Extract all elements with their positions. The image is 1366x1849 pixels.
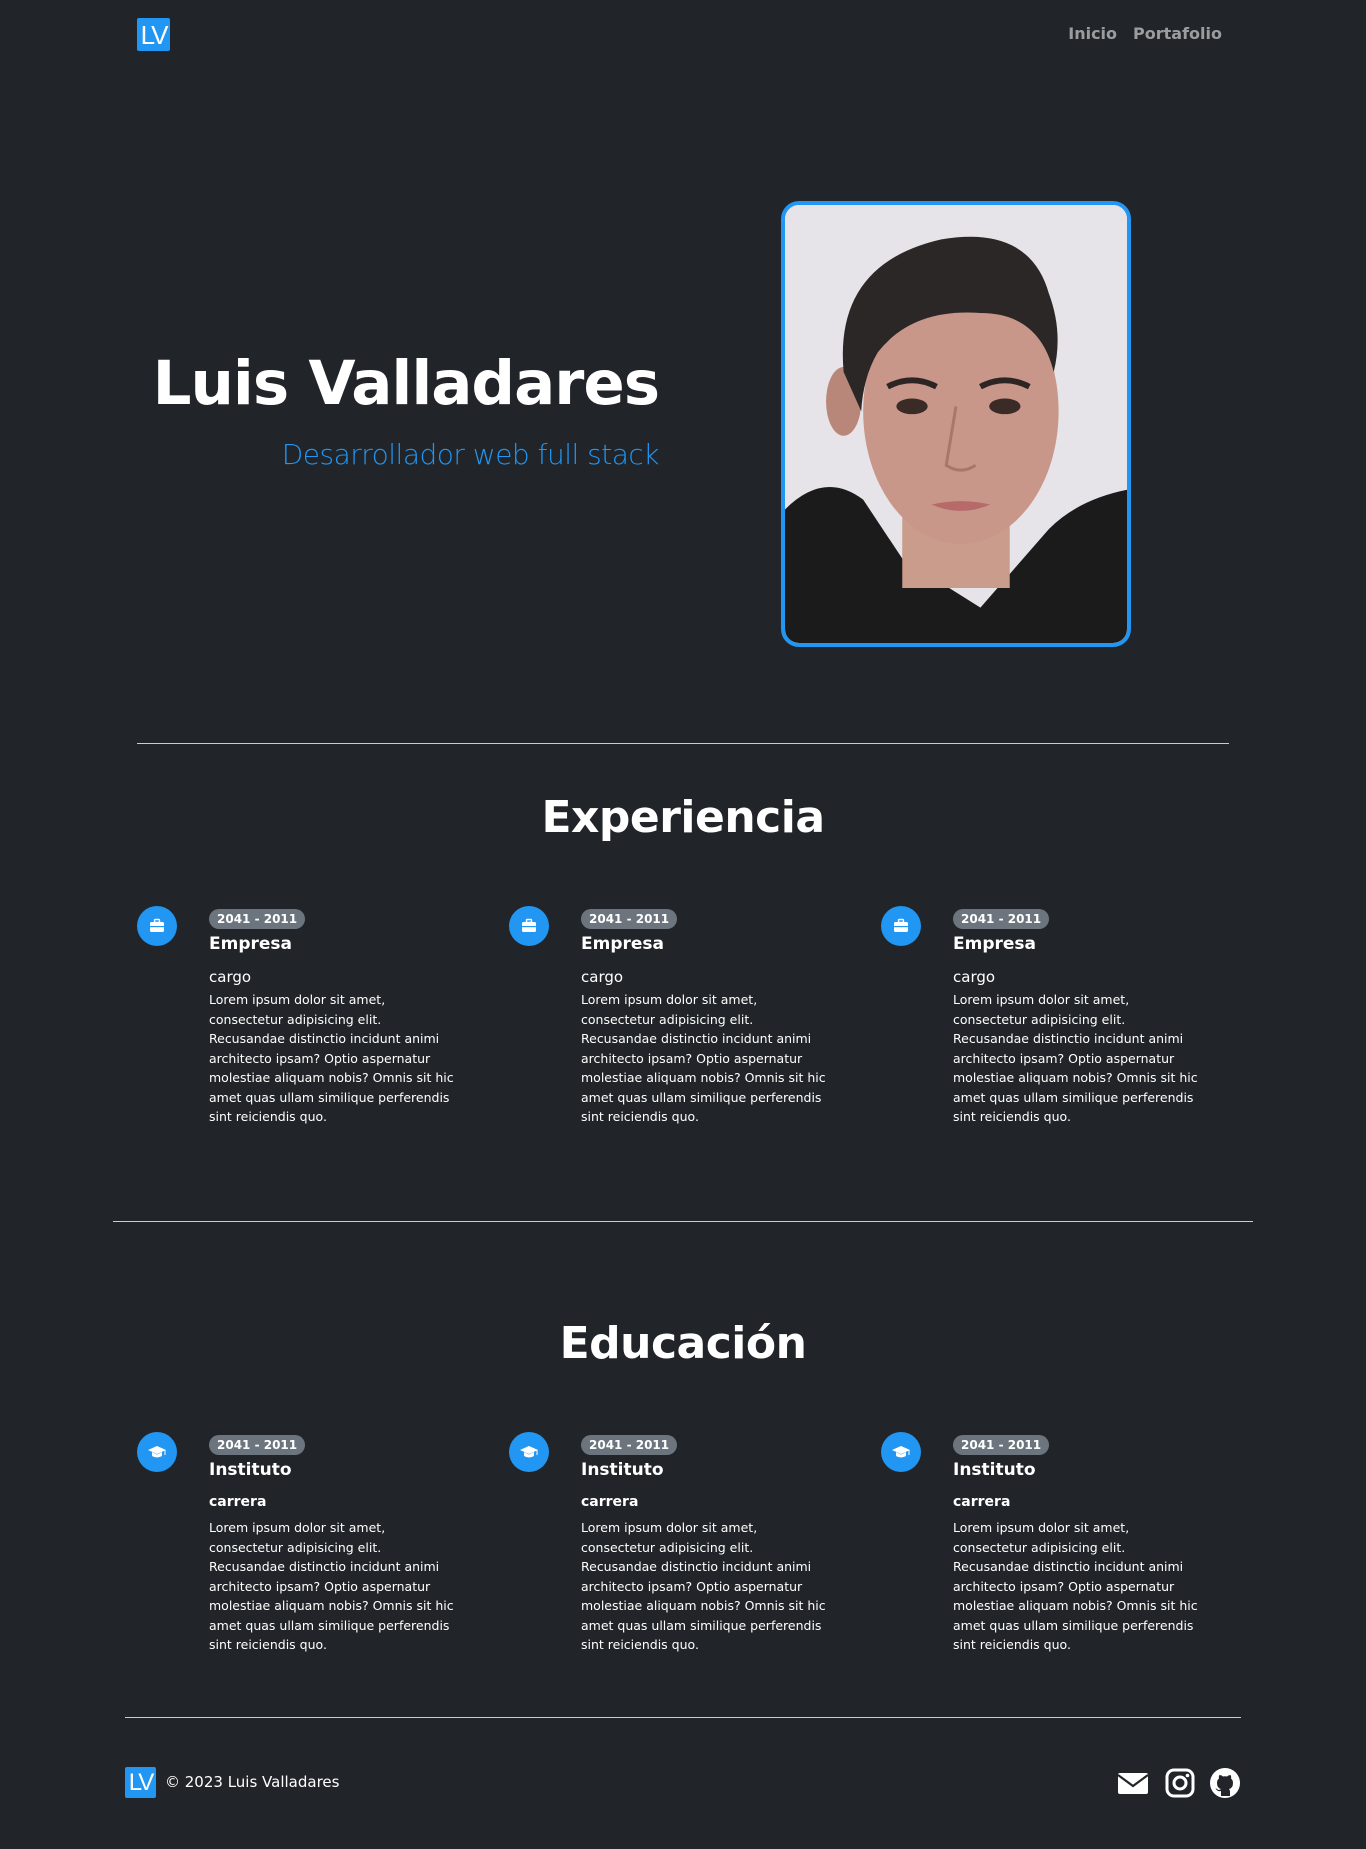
- experience-description: Lorem ipsum dolor sit amet, consectetur …: [209, 992, 454, 1124]
- hero-name: Luis Valladares: [152, 348, 660, 419]
- program-name: carrera: [209, 1494, 267, 1510]
- position-title: cargo: [209, 968, 252, 986]
- graduation-cap-icon: [509, 1432, 549, 1472]
- briefcase-icon: [509, 906, 549, 946]
- education-card: 2041 - 2011 Instituto carrera Lorem ipsu…: [137, 1432, 454, 1672]
- github-icon[interactable]: [1209, 1767, 1241, 1799]
- institution-name: Instituto: [209, 1460, 292, 1480]
- program-name: carrera: [953, 1494, 1011, 1510]
- position-title: cargo: [581, 968, 624, 986]
- education-description: Lorem ipsum dolor sit amet, consectetur …: [581, 1520, 826, 1652]
- briefcase-icon: [881, 906, 921, 946]
- company-name: Empresa: [209, 934, 292, 954]
- briefcase-icon: [137, 906, 177, 946]
- navbar: LV Inicio Portafolio: [0, 0, 1366, 70]
- brand-logo[interactable]: LV: [137, 18, 170, 51]
- education-description: Lorem ipsum dolor sit amet, consectetur …: [209, 1520, 454, 1652]
- company-name: Empresa: [953, 934, 1036, 954]
- education-card: 2041 - 2011 Instituto carrera Lorem ipsu…: [509, 1432, 826, 1672]
- date-badge: 2041 - 2011: [953, 909, 1050, 929]
- experience-card: 2041 - 2011 Empresa cargo Lorem ipsum do…: [509, 906, 826, 1146]
- date-badge: 2041 - 2011: [953, 1435, 1050, 1455]
- experience-card: 2041 - 2011 Empresa cargo Lorem ipsum do…: [137, 906, 454, 1146]
- institution-name: Instituto: [581, 1460, 664, 1480]
- company-name: Empresa: [581, 934, 664, 954]
- experience-description: Lorem ipsum dolor sit amet, consectetur …: [953, 992, 1198, 1124]
- education-card: 2041 - 2011 Instituto carrera Lorem ipsu…: [881, 1432, 1198, 1672]
- footer-logo[interactable]: LV: [125, 1767, 156, 1798]
- envelope-icon[interactable]: [1117, 1767, 1149, 1799]
- institution-name: Instituto: [953, 1460, 1036, 1480]
- experience-description: Lorem ipsum dolor sit amet, consectetur …: [581, 992, 826, 1124]
- graduation-cap-icon: [137, 1432, 177, 1472]
- hero-role: Desarrollador web full stack: [281, 438, 660, 471]
- divider: [137, 743, 1229, 744]
- date-badge: 2041 - 2011: [581, 909, 678, 929]
- nav-link-inicio[interactable]: Inicio: [1068, 24, 1117, 43]
- divider: [125, 1717, 1241, 1718]
- education-title: Educación: [559, 1318, 807, 1369]
- graduation-cap-icon: [881, 1432, 921, 1472]
- nav-links: Inicio Portafolio: [1068, 24, 1222, 43]
- position-title: cargo: [953, 968, 996, 986]
- instagram-icon[interactable]: [1164, 1767, 1196, 1799]
- date-badge: 2041 - 2011: [581, 1435, 678, 1455]
- program-name: carrera: [581, 1494, 639, 1510]
- date-badge: 2041 - 2011: [209, 909, 306, 929]
- date-badge: 2041 - 2011: [209, 1435, 306, 1455]
- experience-title: Experiencia: [541, 792, 825, 843]
- experience-card: 2041 - 2011 Empresa cargo Lorem ipsum do…: [881, 906, 1198, 1146]
- divider: [113, 1221, 1253, 1222]
- education-description: Lorem ipsum dolor sit amet, consectetur …: [953, 1520, 1198, 1652]
- copyright-text: © 2023 Luis Valladares: [165, 1773, 340, 1791]
- profile-photo: [781, 201, 1131, 647]
- nav-link-portafolio[interactable]: Portafolio: [1133, 24, 1222, 43]
